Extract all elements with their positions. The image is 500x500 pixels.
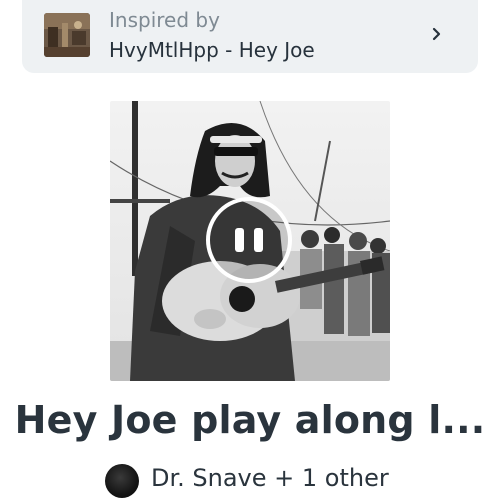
pause-button[interactable]	[206, 197, 292, 283]
author-name[interactable]: Dr. Snave + 1 other	[151, 464, 389, 492]
avatar	[105, 464, 139, 498]
inspired-by-title: HvyMtlHpp - Hey Joe	[109, 38, 315, 62]
inspired-by-card[interactable]: Inspired by HvyMtlHpp - Hey Joe	[22, 0, 478, 73]
song-page: Inspired by HvyMtlHpp - Hey Joe Hey Joe …	[0, 0, 500, 500]
inspired-by-label: Inspired by	[109, 8, 220, 32]
inspired-by-thumbnail	[44, 13, 90, 57]
pause-icon	[235, 228, 244, 252]
song-title: Hey Joe play along l...	[14, 398, 486, 442]
chevron-right-icon[interactable]	[430, 24, 444, 44]
pause-icon	[254, 228, 263, 252]
